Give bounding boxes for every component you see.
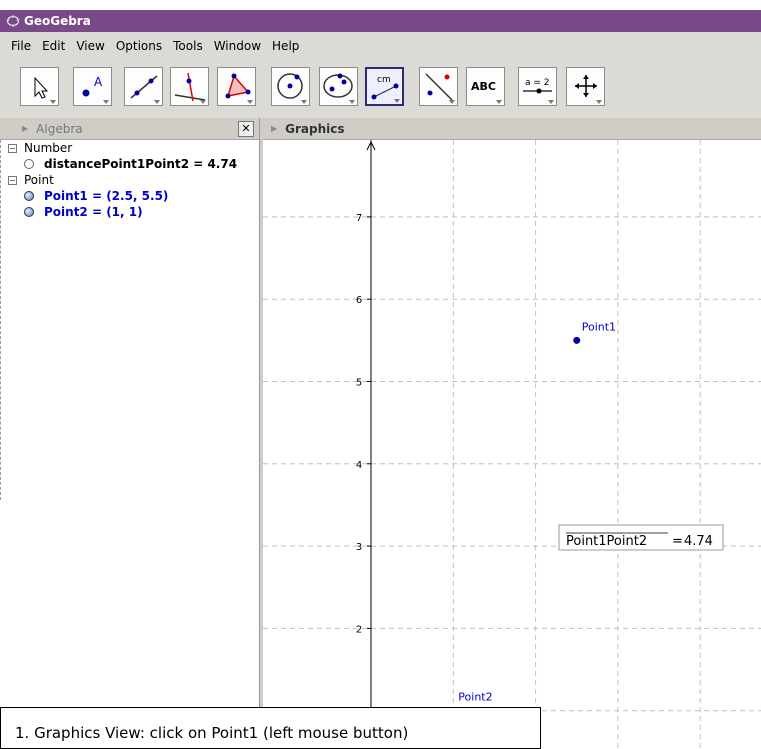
visibility-toggle-icon[interactable]	[24, 159, 34, 169]
y-tick-label: 7	[356, 213, 362, 224]
grid-lines	[263, 140, 761, 749]
group-number[interactable]: − Number	[8, 140, 237, 156]
tool-distance-label: cm	[377, 75, 391, 85]
algebra-item-text: Point1 = (2.5, 5.5)	[44, 189, 169, 203]
close-icon[interactable]: ✕	[238, 121, 254, 137]
collapse-triangle-icon[interactable]: ▶	[22, 124, 28, 133]
circle-tool-button[interactable]	[271, 67, 310, 106]
point-label: Point2	[458, 691, 492, 704]
tool-point-label: A	[94, 75, 103, 89]
distance-equals: =	[672, 534, 683, 549]
algebra-panel-title: Algebra	[36, 121, 83, 136]
algebra-item-text: distancePoint1Point2 = 4.74	[44, 157, 238, 171]
group-label: Point	[24, 173, 54, 187]
collapse-icon[interactable]: −	[8, 175, 17, 185]
perpendicular-line-tool-button[interactable]	[170, 67, 209, 106]
y-tick-label: 6	[356, 295, 362, 306]
list-item[interactable]: Point2 = (1, 1)	[8, 204, 237, 220]
menu-help[interactable]: Help	[272, 39, 299, 53]
distance-tool-button[interactable]: cm	[365, 67, 404, 106]
points-layer[interactable]: Point1 Point2	[449, 320, 616, 715]
distance-segment-name: Point1Point2	[566, 534, 647, 549]
visibility-toggle-icon[interactable]	[24, 207, 34, 217]
move-graphics-tool-button[interactable]	[566, 67, 605, 106]
menu-tools[interactable]: Tools	[173, 39, 203, 53]
visibility-toggle-icon[interactable]	[24, 191, 34, 201]
caption-text: 1. Graphics View: click on Point1 (left …	[15, 724, 409, 742]
point-marker[interactable]	[573, 336, 581, 344]
point-label: Point1	[582, 320, 616, 333]
menu-options[interactable]: Options	[116, 39, 162, 53]
menu-file[interactable]: File	[11, 39, 31, 53]
y-tick-label: 2	[356, 624, 362, 635]
coordinate-plane[interactable]: 1234567 Point1Point2 Point1Point2 = 4.74	[263, 140, 761, 749]
graphics-panel-title: Graphics	[285, 121, 345, 136]
algebra-dashed-edge	[0, 140, 1, 500]
tool-text-label: ABC	[471, 80, 496, 93]
algebra-item-text: Point2 = (1, 1)	[44, 205, 143, 219]
menu-edit[interactable]: Edit	[42, 39, 65, 53]
distance-label[interactable]: Point1Point2 = 4.74	[558, 524, 724, 551]
group-point[interactable]: − Point	[8, 172, 237, 188]
list-item[interactable]: distancePoint1Point2 = 4.74	[8, 156, 237, 172]
group-label: Number	[24, 141, 73, 155]
distance-value: 4.74	[684, 534, 713, 549]
reflect-tool-button[interactable]	[419, 67, 458, 106]
y-tick-label: 5	[356, 378, 362, 389]
y-tick-label: 3	[356, 542, 362, 553]
new-point-tool-button[interactable]: A	[73, 67, 112, 106]
menu-window[interactable]: Window	[214, 39, 261, 53]
y-axis-ticks: 1234567	[356, 213, 371, 718]
y-tick-label: 4	[356, 460, 362, 471]
title-bar: GeoGebra	[0, 10, 761, 32]
tool-slider-label: a = 2	[525, 78, 550, 88]
collapse-icon[interactable]: −	[8, 143, 17, 153]
move-tool-button[interactable]	[20, 67, 59, 106]
menu-bar: File Edit View Options Tools Window Help	[0, 32, 761, 60]
collapse-triangle-icon[interactable]: ▶	[271, 124, 277, 133]
text-tool-button[interactable]: ABC	[466, 67, 505, 106]
algebra-panel-header: ▶ Algebra ✕	[0, 118, 259, 140]
graphics-panel-header: ▶ Graphics	[263, 118, 761, 140]
toolbar: A cm ABC a = 2	[0, 60, 761, 118]
window-title: GeoGebra	[24, 14, 91, 28]
slider-tool-button[interactable]: a = 2	[518, 67, 557, 106]
graphics-view[interactable]: 1234567 Point1Point2 Point1Point2 = 4.74	[263, 140, 761, 749]
algebra-tree: − Number distancePoint1Point2 = 4.74 − P…	[8, 140, 237, 220]
menu-view[interactable]: View	[76, 39, 104, 53]
list-item[interactable]: Point1 = (2.5, 5.5)	[8, 188, 237, 204]
geogebra-logo-icon	[6, 15, 20, 27]
line-tool-button[interactable]	[124, 67, 163, 106]
instruction-caption: 1. Graphics View: click on Point1 (left …	[0, 707, 541, 749]
ellipse-tool-button[interactable]	[319, 67, 358, 106]
algebra-view: − Number distancePoint1Point2 = 4.74 − P…	[0, 140, 259, 749]
polygon-tool-button[interactable]	[217, 67, 256, 106]
